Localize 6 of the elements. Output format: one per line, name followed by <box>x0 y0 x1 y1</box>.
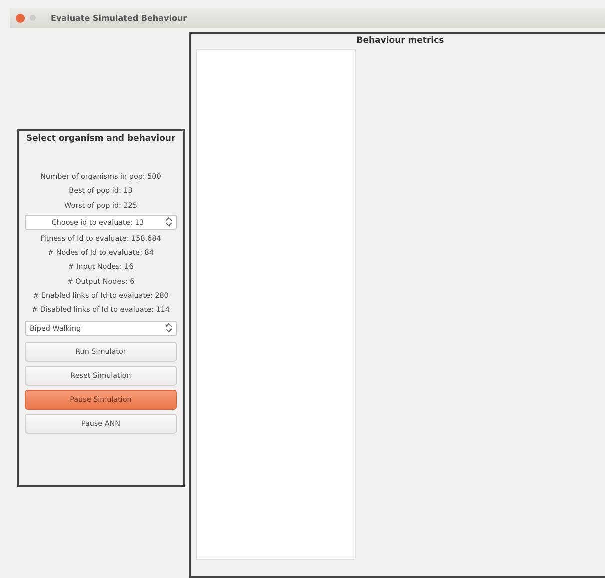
panel-title: Select organism and behaviour <box>25 134 177 144</box>
panel-title: Behaviour metrics <box>356 36 446 46</box>
dropdown-arrows-icon[interactable] <box>166 323 172 334</box>
spinner-arrows-icon[interactable] <box>166 217 172 228</box>
close-button[interactable] <box>16 14 25 22</box>
window-title: Evaluate Simulated Behaviour <box>51 14 188 22</box>
